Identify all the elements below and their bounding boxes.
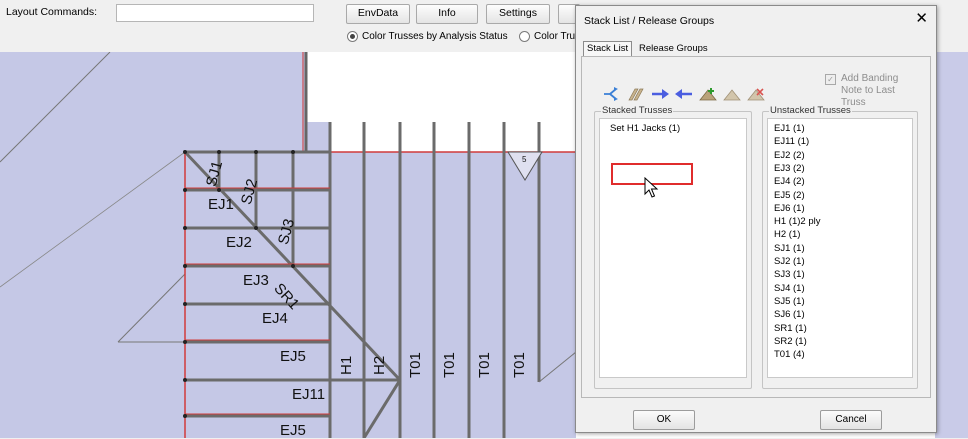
arrow-right-icon[interactable] bbox=[650, 86, 670, 102]
label-t01-d[interactable]: T01 bbox=[511, 352, 528, 378]
list-item[interactable]: H2 (1) bbox=[774, 228, 800, 241]
label-ej5-b[interactable]: EJ5 bbox=[280, 422, 306, 439]
cancel-button[interactable]: Cancel bbox=[820, 410, 882, 430]
list-item[interactable]: H1 (1)2 ply bbox=[774, 215, 820, 228]
label-ej11[interactable]: EJ11 bbox=[292, 386, 325, 403]
list-item[interactable]: EJ1 (1) bbox=[774, 122, 805, 135]
stacked-trusses-list[interactable]: Set H1 Jacks (1) bbox=[599, 118, 747, 378]
list-item[interactable]: SJ1 (1) bbox=[774, 242, 805, 255]
list-item[interactable]: SR2 (1) bbox=[774, 335, 807, 348]
label-ej5-a[interactable]: EJ5 bbox=[280, 348, 306, 365]
list-item[interactable]: SJ4 (1) bbox=[774, 282, 805, 295]
label-t01-c[interactable]: T01 bbox=[476, 352, 493, 378]
label-h1[interactable]: H1 bbox=[338, 356, 355, 375]
list-item[interactable]: EJ2 (2) bbox=[774, 149, 805, 162]
banding-note-label: Add Banding Note to Last Truss bbox=[841, 73, 899, 108]
unstacked-trusses-list[interactable]: EJ1 (1) EJ11 (1) EJ2 (2) EJ3 (2) EJ4 (2)… bbox=[767, 118, 913, 378]
truss-icon[interactable] bbox=[722, 86, 742, 102]
list-item[interactable]: Set H1 Jacks (1) bbox=[610, 122, 680, 135]
layout-commands-input[interactable] bbox=[116, 4, 314, 22]
stacked-trusses-group: Stacked Trusses Set H1 Jacks (1) bbox=[594, 105, 752, 389]
list-item[interactable]: SJ5 (1) bbox=[774, 295, 805, 308]
list-item[interactable]: EJ4 (2) bbox=[774, 175, 805, 188]
settings-button[interactable]: Settings bbox=[486, 4, 550, 24]
radio-color-by-status[interactable]: Color Trusses by Analysis Status bbox=[347, 31, 508, 42]
label-ej3[interactable]: EJ3 bbox=[243, 272, 269, 289]
add-truss-icon[interactable] bbox=[698, 86, 718, 102]
list-item[interactable]: EJ11 (1) bbox=[774, 135, 809, 148]
unstacked-trusses-title: Unstacked Trusses bbox=[769, 105, 852, 116]
plan-canvas-right-edge bbox=[935, 52, 968, 438]
mouse-cursor-icon bbox=[644, 177, 659, 198]
unstacked-trusses-group: Unstacked Trusses EJ1 (1) EJ11 (1) EJ2 (… bbox=[762, 105, 918, 389]
list-item[interactable]: EJ5 (2) bbox=[774, 189, 805, 202]
dialog-title: Stack List / Release Groups bbox=[584, 15, 715, 27]
arrow-left-icon[interactable] bbox=[674, 86, 694, 102]
label-t01-a[interactable]: T01 bbox=[407, 352, 424, 378]
list-item[interactable]: T01 (4) bbox=[774, 348, 805, 361]
list-item[interactable]: SJ6 (1) bbox=[774, 308, 805, 321]
label-h2[interactable]: H2 bbox=[371, 356, 388, 375]
label-ej4[interactable]: EJ4 bbox=[262, 310, 288, 327]
radio-unselected-icon bbox=[519, 31, 530, 42]
split-icon[interactable] bbox=[602, 86, 622, 102]
stacked-trusses-title: Stacked Trusses bbox=[601, 105, 674, 116]
info-button[interactable]: Info bbox=[416, 4, 478, 24]
tab-stack-list[interactable]: Stack List bbox=[583, 41, 633, 56]
close-icon[interactable]: ✕ bbox=[915, 11, 928, 26]
list-item[interactable]: EJ3 (2) bbox=[774, 162, 805, 175]
radio-color-by-status-label: Color Trusses by Analysis Status bbox=[362, 31, 508, 42]
list-item[interactable]: SR1 (1) bbox=[774, 322, 807, 335]
label-ej1[interactable]: EJ1 bbox=[208, 196, 234, 213]
stack-list-dialog: Stack List / Release Groups ✕ Stack List… bbox=[575, 5, 937, 433]
radio-selected-icon bbox=[347, 31, 358, 42]
list-item[interactable]: SJ3 (1) bbox=[774, 268, 805, 281]
layout-commands-label: Layout Commands: bbox=[6, 6, 98, 18]
ok-button[interactable]: OK bbox=[633, 410, 695, 430]
tab-release-groups[interactable]: Release Groups bbox=[639, 42, 708, 56]
stack-icon[interactable] bbox=[626, 86, 646, 102]
label-ej2[interactable]: EJ2 bbox=[226, 234, 252, 251]
checkbox-checked-icon: ✓ bbox=[825, 74, 836, 85]
list-item[interactable]: EJ6 (1) bbox=[774, 202, 805, 215]
stack-list-panel: ✓ Add Banding Note to Last Truss Stacked… bbox=[581, 56, 931, 398]
label-t01-b[interactable]: T01 bbox=[441, 352, 458, 378]
truss-remove-icon[interactable] bbox=[746, 86, 766, 102]
label-marker: 5 bbox=[522, 155, 527, 164]
envdata-button[interactable]: EnvData bbox=[346, 4, 410, 24]
list-item[interactable]: SJ2 (1) bbox=[774, 255, 805, 268]
